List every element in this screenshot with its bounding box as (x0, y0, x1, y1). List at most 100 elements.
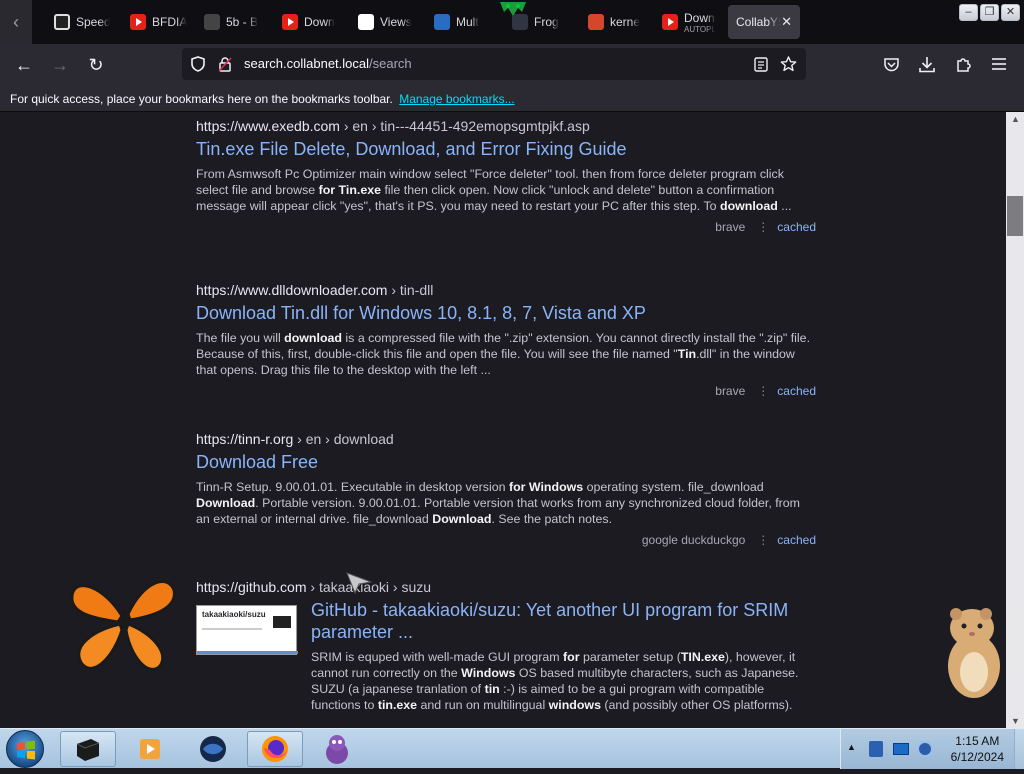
clock[interactable]: 1:15 AM 6/12/2024 (951, 733, 1004, 765)
search-result: https://github.com › takaakiaoki › suzu … (196, 579, 816, 713)
extensions-puzzle-icon[interactable] (955, 56, 972, 73)
address-bar[interactable]: search.collabnet.local/search (182, 48, 806, 80)
green-monster-icon (500, 2, 526, 16)
tab-strip: ‹ Speed BFDIA 5b - B Down Views Mult Fro… (0, 0, 1024, 44)
result-url[interactable]: https://www.exedb.com › en › tin---44451… (196, 118, 816, 134)
more-options-icon[interactable]: ⋮ (757, 533, 769, 547)
more-options-icon[interactable]: ⋮ (757, 220, 769, 234)
result-meta: google duckduckgo ⋮ cached (196, 533, 816, 547)
scroll-up-arrow-icon[interactable]: ▲ (1011, 114, 1020, 124)
tab-bfdia[interactable]: BFDIA (122, 5, 188, 39)
taskbar-item-media-player[interactable] (122, 731, 178, 767)
volume-icon[interactable] (917, 741, 933, 757)
start-button[interactable] (6, 730, 44, 768)
back-arrow-icon: ← (15, 54, 33, 75)
network-icon[interactable] (893, 743, 909, 755)
tab-scroll-left-button[interactable]: ‹ (0, 0, 32, 44)
back-button[interactable]: ← (10, 52, 38, 78)
taskbar-item-bonzi[interactable] (309, 731, 365, 767)
result-meta: brave ⋮ cached (196, 384, 816, 398)
youtube-icon (282, 14, 298, 30)
tab-5b[interactable]: 5b - B (196, 5, 262, 39)
vertical-scrollbar[interactable]: ▲ ▼ (1006, 112, 1024, 728)
minimize-button[interactable]: – (959, 4, 978, 21)
search-result: https://tinn-r.org › en › download Downl… (196, 431, 816, 547)
search-result: https://www.exedb.com › en › tin---44451… (196, 118, 816, 234)
result-meta: brave ⋮ cached (196, 220, 816, 234)
more-options-icon[interactable]: ⋮ (757, 384, 769, 398)
result-engines: brave (715, 220, 746, 234)
speedometer-icon (54, 14, 70, 30)
result-snippet: Tinn-R Setup. 9.00.01.01. Executable in … (196, 480, 800, 526)
tab-speed[interactable]: Speed (46, 5, 110, 39)
result-body: GitHub - takaakiaoki/suzu: Yet another U… (311, 599, 816, 713)
hamburger-menu-icon[interactable] (992, 58, 1006, 70)
show-hidden-icons-icon[interactable]: ▲ (847, 742, 856, 752)
tab-kerne[interactable]: kerne (580, 5, 648, 39)
shield-icon[interactable] (190, 56, 206, 72)
tab-close-icon[interactable]: ✕ (781, 14, 792, 30)
tab-down[interactable]: Down (274, 5, 338, 39)
tab-mult[interactable]: Mult (426, 5, 496, 39)
app-icon (588, 14, 604, 30)
purple-gorilla-icon (326, 735, 348, 764)
media-player-icon (140, 739, 160, 759)
taskbar-item-firefox[interactable] (247, 731, 303, 767)
result-url[interactable]: https://github.com › takaakiaoki › suzu (196, 579, 816, 595)
scroll-down-arrow-icon[interactable]: ▼ (1011, 716, 1020, 726)
github-icon (358, 14, 374, 30)
result-snippet: The file you will download is a compress… (196, 331, 811, 377)
result-snippet: From Asmwsoft Pc Optimizer main window s… (196, 167, 792, 213)
reader-view-icon[interactable] (754, 57, 768, 72)
result-title-link[interactable]: GitHub - takaakiaoki/suzu: Yet another U… (311, 599, 816, 643)
result-thumbnail[interactable]: takaakiaoki/suzu (196, 605, 298, 655)
result-url[interactable]: https://www.dlldownloader.com › tin-dll (196, 282, 816, 298)
search-result: https://www.dlldownloader.com › tin-dll … (196, 282, 816, 398)
show-desktop-button[interactable] (1014, 729, 1024, 769)
hamster-desktop-pet-icon[interactable] (942, 604, 1006, 700)
bookmarks-toolbar: For quick access, place your bookmarks h… (0, 86, 1024, 112)
search-results-page: https://www.exedb.com › en › tin---44451… (0, 112, 1006, 728)
taskbar-item-globe-app[interactable] (185, 731, 241, 767)
tab-collab-active[interactable]: CollabYS ✕ (728, 5, 800, 39)
forward-arrow-icon: → (51, 54, 69, 75)
cached-link[interactable]: cached (777, 220, 816, 234)
forward-button[interactable]: → (46, 52, 74, 78)
scrollbar-thumb[interactable] (1007, 196, 1023, 236)
globe-app-icon (200, 736, 226, 762)
cached-link[interactable]: cached (777, 533, 816, 547)
lock-icon[interactable] (218, 56, 232, 72)
result-title-link[interactable]: Download Tin.dll for Windows 10, 8.1, 8,… (196, 302, 816, 324)
tab-views[interactable]: Views (350, 5, 416, 39)
url-text[interactable]: search.collabnet.local/search (244, 56, 412, 71)
youtube-icon (130, 14, 146, 30)
close-window-button[interactable]: ✕ (1001, 4, 1020, 21)
navigation-toolbar: ← → ↻ search.collabnet.local/search (0, 44, 1024, 86)
bing-icon (434, 14, 450, 30)
result-snippet: SRIM is equped with well-made GUI progra… (311, 650, 799, 712)
maximize-button[interactable]: ❐ (980, 4, 999, 21)
result-engines: brave (715, 384, 746, 398)
reload-icon: ↻ (88, 54, 104, 75)
pocket-icon[interactable] (883, 57, 900, 73)
thumbnail-line (202, 628, 262, 630)
result-engines: google duckduckgo (641, 533, 746, 547)
tab-down-autopl[interactable]: Down AUTOPL (654, 5, 720, 39)
bookmark-star-icon[interactable] (780, 56, 797, 72)
taskbar-item-terminal[interactable] (60, 731, 116, 767)
window-controls: – ❐ ✕ (959, 4, 1020, 21)
result-url[interactable]: https://tinn-r.org › en › download (196, 431, 816, 447)
cached-link[interactable]: cached (777, 384, 816, 398)
manage-bookmarks-link[interactable]: Manage bookmarks... (399, 92, 514, 106)
system-tray: ▲ 1:15 AM 6/12/2024 (840, 729, 1024, 769)
document-icon (204, 14, 220, 30)
downloads-icon[interactable] (919, 56, 935, 73)
black-box-app-icon (76, 739, 100, 761)
butterfly-desktop-pet-icon[interactable] (64, 566, 180, 680)
tray-app-icon[interactable] (869, 741, 883, 757)
firefox-icon (262, 736, 288, 762)
result-title-link[interactable]: Tin.exe File Delete, Download, and Error… (196, 138, 816, 160)
reload-button[interactable]: ↻ (82, 52, 110, 78)
youtube-icon (662, 14, 678, 30)
result-title-link[interactable]: Download Free (196, 451, 816, 473)
